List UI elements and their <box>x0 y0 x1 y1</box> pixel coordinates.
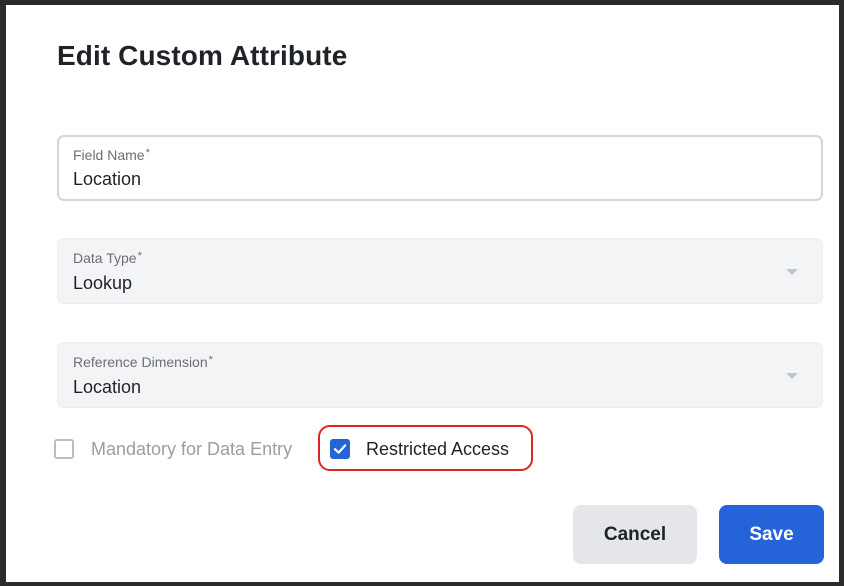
required-mark: * <box>145 147 150 159</box>
required-mark: * <box>137 250 142 262</box>
field-name-field[interactable]: Field Name* <box>57 135 823 201</box>
mandatory-checkbox-label: Mandatory for Data Entry <box>91 438 293 459</box>
required-mark: * <box>208 354 213 366</box>
mandatory-checkbox[interactable] <box>54 439 74 459</box>
data-type-label: Data Type* <box>73 250 142 266</box>
dialog-title: Edit Custom Attribute <box>57 40 348 71</box>
data-type-value: Lookup <box>73 273 133 293</box>
restricted-access-checkbox[interactable] <box>330 439 350 459</box>
data-type-select[interactable]: Data Type* Lookup <box>57 238 823 304</box>
reference-dimension-select[interactable]: Reference Dimension* Location <box>57 342 823 408</box>
mandatory-checkbox-row[interactable]: Mandatory for Data Entry <box>54 434 292 464</box>
reference-dimension-value: Location <box>73 377 142 397</box>
save-button[interactable]: Save <box>719 505 824 564</box>
restricted-access-label: Restricted Access <box>366 438 510 459</box>
field-name-input[interactable] <box>73 169 773 190</box>
chevron-down-icon[interactable] <box>786 269 798 275</box>
check-icon <box>333 444 347 454</box>
field-name-label: Field Name* <box>73 147 150 163</box>
cancel-button[interactable]: Cancel <box>573 505 697 564</box>
reference-dimension-label: Reference Dimension* <box>73 354 213 370</box>
restricted-access-checkbox-row[interactable]: Restricted Access <box>330 434 509 464</box>
chevron-down-icon[interactable] <box>786 373 798 379</box>
